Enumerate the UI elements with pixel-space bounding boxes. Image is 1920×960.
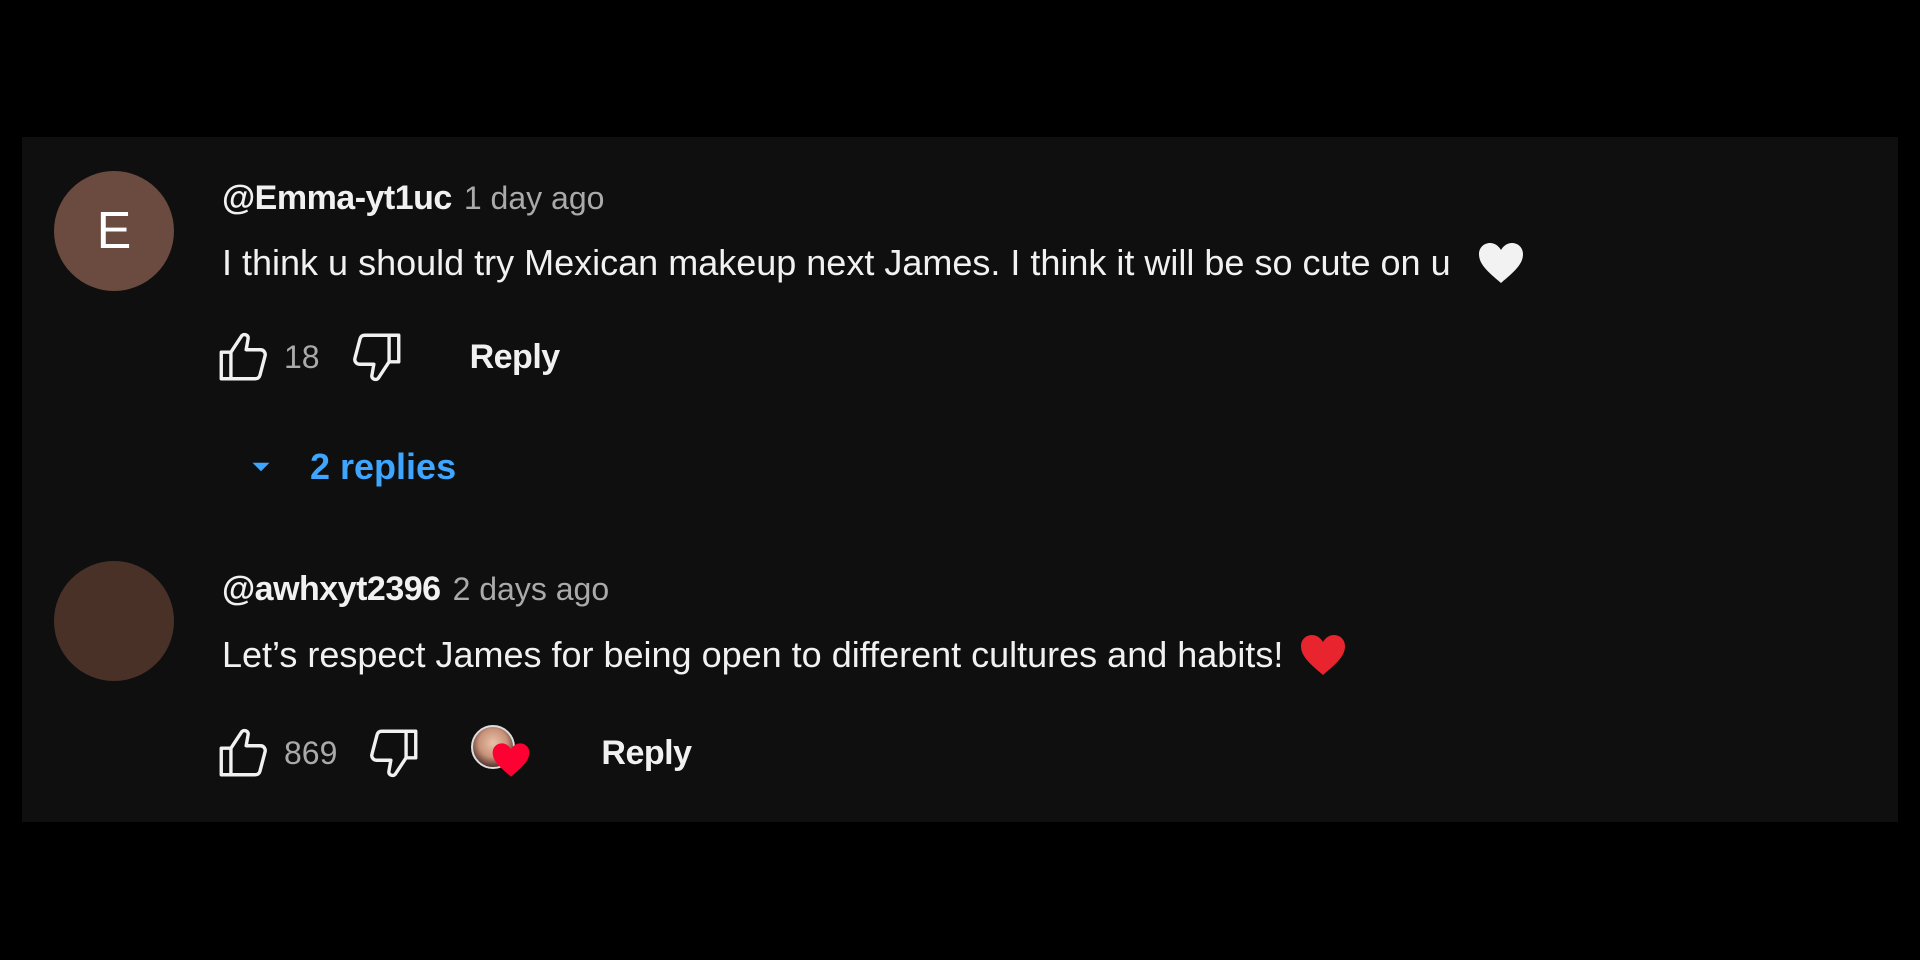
comment-body: I think u should try Mexican makeup next… [222,242,1451,283]
creator-heart-badge [467,721,531,785]
thumbs-up-icon [219,728,267,777]
reply-button[interactable]: Reply [601,734,692,773]
dislike-button[interactable] [348,328,406,386]
dislike-button[interactable] [365,724,423,782]
comment-author[interactable]: @awhxyt2396 [222,570,441,609]
comments-panel: E @Emma-yt1uc 1 day ago I think u should… [22,137,1898,822]
avatar[interactable] [54,561,174,681]
comment-text: Let’s respect James for being open to di… [222,627,1347,683]
red-heart-icon [1301,635,1346,675]
comment-body: Let’s respect James for being open to di… [222,634,1284,675]
comment-header: @Emma-yt1uc 1 day ago [222,179,604,218]
comment-time[interactable]: 1 day ago [464,180,605,217]
comment-actions: 869 Reply [214,721,692,785]
comment-text: I think u should try Mexican makeup next… [222,235,1525,291]
avatar[interactable]: E [54,171,174,291]
replies-toggle[interactable]: 2 replies [244,437,456,497]
comment-actions: 18 Reply [214,327,560,387]
reply-button[interactable]: Reply [470,338,561,377]
comment-header: @awhxyt2396 2 days ago [222,570,609,609]
heart-icon [493,743,530,777]
like-button[interactable] [214,328,272,386]
like-count: 18 [284,338,320,375]
like-button[interactable] [214,724,272,782]
white-heart-icon [1478,243,1523,283]
like-count: 869 [284,734,338,771]
comment-author[interactable]: @Emma-yt1uc [222,179,452,218]
replies-count-label: 2 replies [310,446,457,487]
caret-down-icon [252,462,270,472]
avatar-letter: E [96,202,132,260]
thumbs-down-icon [370,729,418,778]
thumbs-up-icon [219,332,267,381]
comment-time[interactable]: 2 days ago [453,571,610,608]
thumbs-down-icon [352,333,401,382]
